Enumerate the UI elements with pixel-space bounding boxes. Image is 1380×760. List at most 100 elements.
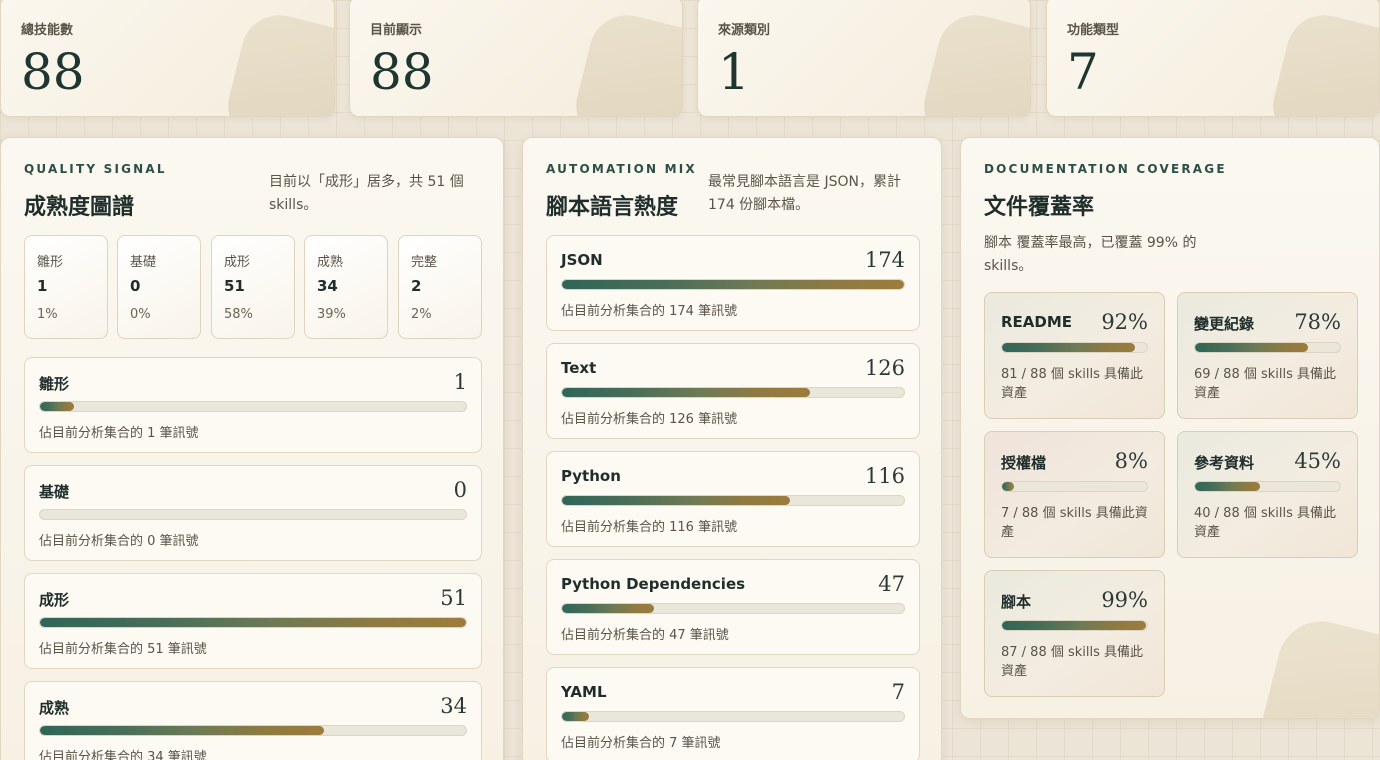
bar-value: 0 (453, 478, 467, 502)
doc-coverage-card-changelog[interactable]: 變更紀錄 78% 69 / 88 個 skills 具備此資產 (1177, 292, 1358, 419)
doc-track (1001, 481, 1148, 492)
maturity-card[interactable]: 雛形 1 1% (24, 235, 108, 339)
stat-value: 1 (718, 43, 750, 101)
bar-fill (562, 604, 655, 613)
bar-note: 佔目前分析集合的 126 筆訊號 (561, 412, 738, 427)
panel-title: 腳本語言熱度 (546, 194, 679, 220)
doc-note: 7 / 88 個 skills 具備此資產 (1001, 506, 1148, 540)
maturity-card[interactable]: 基礎 0 0% (117, 235, 201, 339)
maturity-name: 雛形 (37, 255, 64, 270)
bar-note: 佔目前分析集合的 34 筆訊號 (39, 750, 207, 760)
bar-track (39, 725, 467, 736)
doc-name: README (1001, 313, 1073, 331)
bar-note: 佔目前分析集合的 7 筆訊號 (561, 736, 721, 751)
panel-eyebrow: DOCUMENTATION COVERAGE (984, 162, 1227, 176)
doc-percent: 45% (1294, 449, 1341, 473)
script-language-row: Python Dependencies 47 佔目前分析集合的 47 筆訊號 (546, 559, 920, 655)
bar-track (39, 509, 467, 520)
bar-label: 雛形 (39, 375, 70, 393)
doc-percent: 92% (1101, 310, 1148, 334)
script-language-row: Text 126 佔目前分析集合的 126 筆訊號 (546, 343, 920, 439)
doc-fill (1002, 621, 1146, 630)
bar-note: 佔目前分析集合的 0 筆訊號 (39, 534, 199, 549)
bar-value: 47 (878, 572, 905, 596)
maturity-count: 1 (37, 277, 48, 295)
doc-fill (1002, 343, 1136, 352)
maturity-percent: 0% (130, 307, 151, 322)
doc-track (1001, 620, 1148, 631)
bar-label: 成熟 (39, 699, 70, 717)
doc-fill (1002, 482, 1014, 491)
script-language-row: JSON 174 佔目前分析集合的 174 筆訊號 (546, 235, 920, 331)
bar-label: Python Dependencies (561, 575, 746, 593)
bar-track (561, 279, 905, 290)
bar-track (561, 711, 905, 722)
stat-value: 88 (21, 43, 85, 101)
doc-note: 69 / 88 個 skills 具備此資產 (1194, 367, 1337, 401)
panel-title: 文件覆蓋率 (984, 194, 1095, 220)
stat-value: 7 (1067, 43, 1099, 101)
doc-note: 40 / 88 個 skills 具備此資產 (1194, 506, 1337, 540)
bar-track (561, 495, 905, 506)
doc-coverage-card-readme[interactable]: README 92% 81 / 88 個 skills 具備此資產 (984, 292, 1165, 419)
maturity-card[interactable]: 成熟 34 39% (304, 235, 388, 339)
bar-note: 佔目前分析集合的 47 筆訊號 (561, 628, 729, 643)
maturity-bar-row: 雛形 1 佔目前分析集合的 1 筆訊號 (24, 357, 482, 453)
doc-track (1194, 481, 1341, 492)
stat-card-showing: 目前顯示 88 (349, 0, 683, 117)
maturity-count: 0 (130, 277, 141, 295)
maturity-bar-row: 基礎 0 佔目前分析集合的 0 筆訊號 (24, 465, 482, 561)
bar-note: 佔目前分析集合的 1 筆訊號 (39, 426, 199, 441)
bar-fill (562, 712, 590, 721)
maturity-count: 34 (317, 277, 338, 295)
stat-card-source-categories: 來源類別 1 (697, 0, 1031, 117)
bar-label: YAML (561, 683, 607, 701)
doc-percent: 99% (1101, 588, 1148, 612)
maturity-percent: 1% (37, 307, 58, 322)
doc-coverage-card-license[interactable]: 授權檔 8% 7 / 88 個 skills 具備此資產 (984, 431, 1165, 558)
stat-card-function-types: 功能類型 7 (1046, 0, 1380, 117)
maturity-percent: 58% (224, 307, 253, 322)
doc-fill (1195, 343, 1309, 352)
bar-label: 基礎 (39, 483, 70, 501)
script-language-row: Python 116 佔目前分析集合的 116 筆訊號 (546, 451, 920, 547)
doc-track (1001, 342, 1148, 353)
doc-name: 參考資料 (1194, 454, 1255, 472)
maturity-count: 2 (411, 277, 422, 295)
bar-value: 126 (864, 356, 905, 380)
maturity-count: 51 (224, 277, 245, 295)
stat-label: 目前顯示 (370, 23, 423, 38)
doc-fill (1195, 482, 1261, 491)
maturity-name: 基礎 (130, 255, 157, 270)
doc-percent: 78% (1294, 310, 1341, 334)
bar-label: Python (561, 467, 621, 485)
doc-percent: 8% (1114, 449, 1148, 473)
quality-signal-panel: QUALITY SIGNAL 成熟度圖譜 目前以「成形」居多，共 51 個 sk… (0, 137, 504, 760)
doc-name: 變更紀錄 (1194, 315, 1255, 333)
panel-description: 目前以「成形」居多，共 51 個 skills。 (269, 174, 464, 213)
stat-value: 88 (370, 43, 434, 101)
doc-coverage-card-references[interactable]: 參考資料 45% 40 / 88 個 skills 具備此資產 (1177, 431, 1358, 558)
maturity-card[interactable]: 完整 2 2% (398, 235, 482, 339)
bar-fill (562, 496, 791, 505)
bar-note: 佔目前分析集合的 116 筆訊號 (561, 520, 738, 535)
automation-mix-panel: AUTOMATION MIX 腳本語言熱度 最常見腳本語言是 JSON，累計 1… (522, 137, 942, 760)
maturity-bar-row: 成形 51 佔目前分析集合的 51 筆訊號 (24, 573, 482, 669)
bar-note: 佔目前分析集合的 51 筆訊號 (39, 642, 207, 657)
bar-track (561, 603, 905, 614)
maturity-bar-row: 成熟 34 佔目前分析集合的 34 筆訊號 (24, 681, 482, 760)
stat-label: 來源類別 (718, 23, 771, 38)
bar-value: 7 (891, 680, 905, 704)
doc-coverage-card-scripts[interactable]: 腳本 99% 87 / 88 個 skills 具備此資產 (984, 570, 1165, 697)
maturity-percent: 39% (317, 307, 346, 322)
maturity-card[interactable]: 成形 51 58% (211, 235, 295, 339)
maturity-name: 成熟 (317, 255, 344, 270)
bar-value: 174 (864, 248, 905, 272)
doc-name: 腳本 (1001, 593, 1032, 611)
bar-label: JSON (561, 251, 603, 269)
stat-card-total-skills: 總技能數 88 (0, 0, 335, 117)
doc-name: 授權檔 (1001, 454, 1047, 472)
bar-track (39, 617, 467, 628)
bar-value: 51 (440, 586, 467, 610)
stat-label: 功能類型 (1067, 23, 1120, 38)
